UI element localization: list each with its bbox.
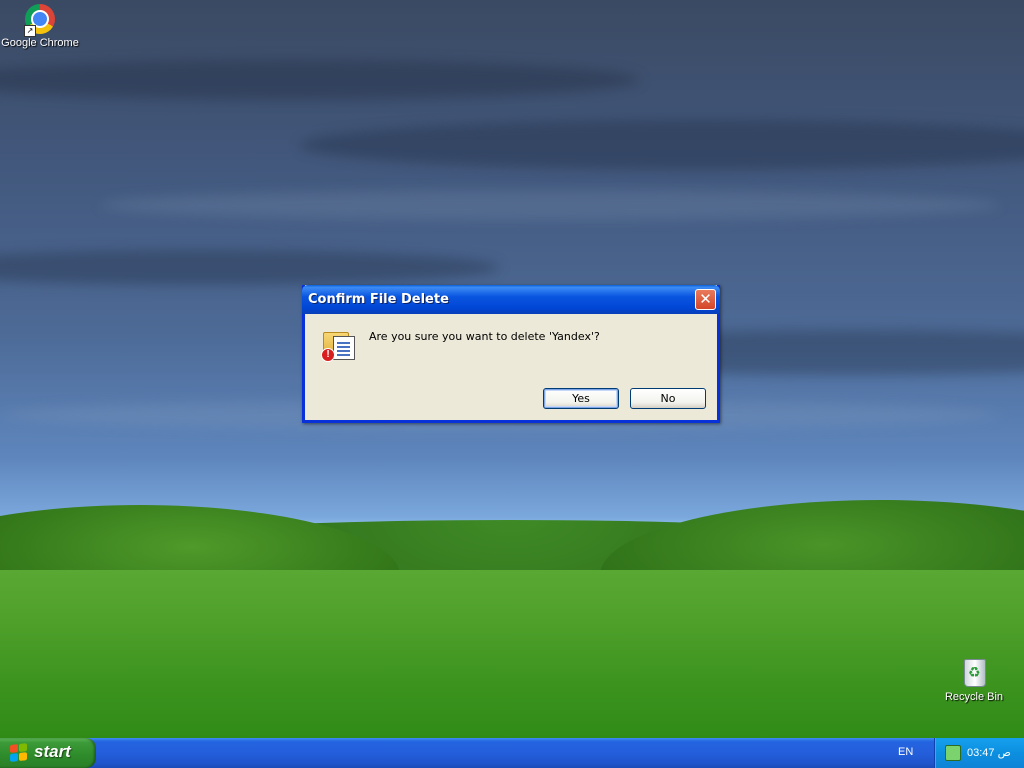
no-button[interactable]: No: [630, 388, 706, 409]
dialog-message: Are you sure you want to delete 'Yandex'…: [369, 330, 600, 343]
desktop-icon-label: Google Chrome: [1, 37, 79, 49]
desktop-icon-recycle-bin[interactable]: Recycle Bin: [934, 657, 1014, 703]
dialog-body: ! Are you sure you want to delete 'Yande…: [305, 314, 717, 420]
yes-button[interactable]: Yes: [543, 388, 619, 409]
dialog-title-bar[interactable]: Confirm File Delete ✕: [302, 285, 720, 314]
desktop[interactable]: ↗ Google Chrome Recycle Bin Confirm File…: [0, 0, 1024, 738]
grass-field: [0, 570, 1024, 738]
shortcut-arrow-icon: ↗: [24, 25, 36, 37]
sky-cloud: [100, 190, 1000, 220]
confirm-delete-dialog: Confirm File Delete ✕ ! Are you sure you…: [302, 285, 720, 423]
network-icon[interactable]: [945, 745, 961, 761]
language-indicator[interactable]: EN: [898, 746, 913, 758]
close-button[interactable]: ✕: [695, 289, 716, 310]
clock[interactable]: ص 03:47: [967, 746, 1011, 759]
taskbar: start EN ص 03:47: [0, 738, 1024, 768]
sky-cloud: [0, 250, 500, 285]
system-tray: ص 03:47: [934, 738, 1024, 768]
windows-logo-icon: [10, 743, 28, 763]
sky-cloud: [300, 120, 1024, 170]
dialog-title: Confirm File Delete: [308, 292, 449, 307]
desktop-icon-label: Recycle Bin: [944, 691, 1004, 703]
chrome-icon: ↗: [24, 3, 56, 37]
recycle-bin-icon: [958, 657, 990, 689]
delete-file-warning-icon: !: [321, 328, 355, 362]
desktop-icon-google-chrome[interactable]: ↗ Google Chrome: [0, 3, 80, 49]
sky-cloud: [0, 60, 640, 100]
start-button[interactable]: start: [0, 738, 96, 768]
close-icon: ✕: [699, 290, 712, 308]
start-label: start: [34, 742, 71, 761]
